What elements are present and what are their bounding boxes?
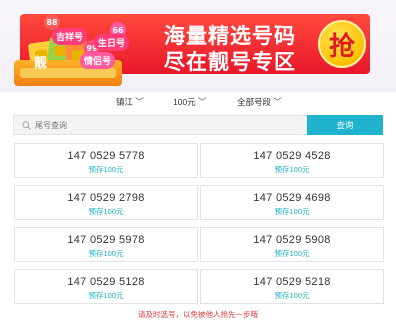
deposit-amount: 预存100元 xyxy=(88,165,124,174)
chevron-down-icon: ﹀ xyxy=(273,96,283,107)
filter-city-dropdown[interactable]: 镇江 ﹀ xyxy=(116,96,144,108)
number-card[interactable]: 147 0529 4528 预存100元 xyxy=(200,143,384,178)
number-card[interactable]: 147 0529 4698 预存100元 xyxy=(200,185,384,220)
banner-subheadline: 尽在靓号专区 xyxy=(164,50,296,74)
filter-segment-dropdown[interactable]: 全部号段 ﹀ xyxy=(237,96,282,108)
phone-number: 147 0529 5978 xyxy=(67,234,145,246)
deposit-amount: 预存100元 xyxy=(274,165,310,174)
number-card[interactable]: 147 0529 5978 预存100元 xyxy=(14,227,198,262)
deposit-amount: 预存100元 xyxy=(88,291,124,300)
chevron-down-icon: ﹀ xyxy=(135,96,145,107)
search-icon xyxy=(22,120,31,130)
phone-number: 147 0529 5778 xyxy=(67,150,145,162)
deposit-amount: 预存100元 xyxy=(88,207,124,216)
search-button[interactable]: 查询 xyxy=(307,115,383,135)
number-card[interactable]: 147 0529 5128 预存100元 xyxy=(14,269,198,304)
deposit-amount: 预存100元 xyxy=(88,249,124,258)
tag-birthday: 生日号 xyxy=(94,34,130,51)
number-card[interactable]: 147 0529 5778 预存100元 xyxy=(14,143,198,178)
filter-price-label: 100元 xyxy=(173,97,196,107)
chevron-down-icon: ﹀ xyxy=(197,96,207,107)
number-card[interactable]: 147 0529 5218 预存100元 xyxy=(200,269,384,304)
phone-number: 147 0529 4698 xyxy=(253,192,331,204)
footer-note: 请及时选号，以免被他人抢先一步哦 xyxy=(138,310,258,319)
promo-banner[interactable]: 靓 88 66 99 吉祥号 生日号 情侣号 海量精选号码 尽在靓号专区 抢 xyxy=(0,0,396,92)
number-card[interactable]: 147 0529 2798 预存100元 xyxy=(14,185,198,220)
phone-number: 147 0529 5908 xyxy=(253,234,331,246)
deposit-amount: 预存100元 xyxy=(274,249,310,258)
filter-price-dropdown[interactable]: 100元 ﹀ xyxy=(173,96,207,108)
phone-number: 147 0529 2798 xyxy=(67,192,145,204)
number-card[interactable]: 147 0529 5908 预存100元 xyxy=(200,227,384,262)
sim-card-illustration: 靓 88 66 99 吉祥号 生日号 情侣号 xyxy=(14,8,144,88)
filter-segment-label: 全部号段 xyxy=(237,97,272,107)
tag-auspicious: 吉祥号 xyxy=(52,28,88,45)
pretty-mark-label: 靓 xyxy=(34,56,48,71)
phone-number: 147 0529 5218 xyxy=(253,276,331,288)
search-row: 查询 xyxy=(13,115,383,135)
tail-number-search-input[interactable] xyxy=(35,120,295,130)
filter-bar: 镇江 ﹀ 100元 ﹀ 全部号段 ﹀ xyxy=(0,92,396,112)
filter-city-label: 镇江 xyxy=(116,97,134,107)
deposit-amount: 预存100元 xyxy=(274,291,310,300)
phone-number: 147 0529 5128 xyxy=(67,276,145,288)
tag-lovers: 情侣号 xyxy=(80,52,116,69)
grab-button[interactable]: 抢 xyxy=(318,20,366,68)
deposit-amount: 预存100元 xyxy=(274,207,310,216)
search-box xyxy=(13,115,307,135)
phone-number: 147 0529 4528 xyxy=(253,150,331,162)
